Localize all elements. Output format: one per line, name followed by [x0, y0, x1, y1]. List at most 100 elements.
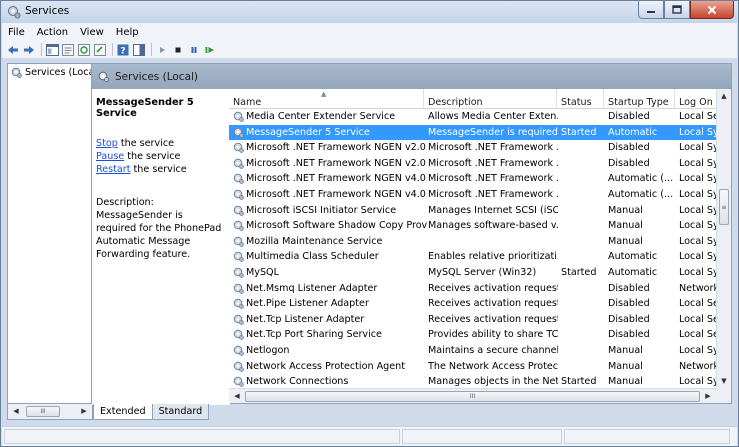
service-gear-icon — [233, 267, 244, 278]
refresh-icon[interactable] — [77, 43, 91, 57]
column-header-status[interactable]: Status — [557, 89, 604, 109]
table-row[interactable]: Microsoft .NET Framework NGEN v4.0.30...… — [229, 187, 719, 203]
table-row[interactable]: Microsoft .NET Framework NGEN v2.0.50...… — [229, 156, 719, 172]
service-name-cell: Net.Tcp Port Sharing Service — [233, 328, 427, 341]
table-row[interactable]: Microsoft .NET Framework NGEN v4.0.30...… — [229, 171, 719, 187]
service-name: Net.Pipe Listener Adapter — [246, 298, 369, 310]
table-row[interactable]: Net.Msmq Listener Adapter Receives activa… — [229, 281, 719, 297]
menu-action[interactable]: Action — [31, 27, 74, 38]
extended-description-pane: MessageSender 5 Service Stop the service… — [92, 89, 230, 405]
service-name-cell: Microsoft .NET Framework NGEN v2.0.50... — [233, 141, 427, 154]
column-header-name[interactable]: ▲ Name — [229, 89, 424, 109]
list-horizontal-scrollbar[interactable]: ◀ III ▶ — [229, 388, 716, 403]
title-bar[interactable]: Services — [1, 1, 738, 23]
service-name-cell: MySQL — [233, 266, 427, 279]
service-name: Net.Msmq Listener Adapter — [246, 282, 378, 294]
service-startup-type: Disabled — [608, 329, 650, 341]
table-row[interactable]: Multimedia Class Scheduler Enables relati… — [229, 249, 719, 265]
table-row[interactable]: Net.Pipe Listener Adapter Receives activa… — [229, 296, 719, 312]
services-gear-icon — [7, 5, 21, 19]
column-header-description[interactable]: Description — [424, 89, 557, 109]
pause-service-link[interactable]: Pause — [96, 151, 124, 162]
close-button[interactable] — [690, 1, 734, 19]
scroll-down-arrow-icon[interactable]: ▼ — [717, 374, 731, 388]
action-pane-icon[interactable] — [132, 43, 146, 57]
tree-item-label: Services (Loca — [25, 67, 95, 78]
table-row[interactable]: Media Center Extender Service Allows Medi… — [229, 109, 719, 125]
start-service-icon[interactable] — [155, 43, 169, 57]
table-row[interactable]: Net.Tcp Listener Adapter Receives activat… — [229, 312, 719, 328]
table-row[interactable]: MySQL MySQL Server (Win32) Started Automati… — [229, 265, 719, 281]
table-row[interactable]: Net.Tcp Port Sharing Service Provides abi… — [229, 327, 719, 343]
services-gear-icon — [11, 67, 22, 78]
service-name: MySQL — [246, 266, 279, 278]
table-row[interactable]: Microsoft iSCSI Initiator Service Manages… — [229, 203, 719, 219]
service-gear-icon — [233, 236, 244, 247]
service-name-cell: Net.Tcp Listener Adapter — [233, 313, 427, 326]
restart-service-link[interactable]: Restart — [96, 164, 130, 175]
console-tree-icon[interactable] — [45, 43, 59, 57]
table-row[interactable]: Microsoft Software Shadow Copy Provid...… — [229, 218, 719, 234]
restart-service-icon[interactable] — [203, 43, 217, 57]
tree-item-services-local[interactable]: Services (Loca — [11, 67, 94, 78]
table-row-selected[interactable]: MessageSender 5 Service MessageSender is … — [229, 124, 719, 141]
service-description: Microsoft .NET Framework ... — [428, 142, 558, 154]
tree-horizontal-scrollbar[interactable]: ◀ III ▶ — [7, 404, 93, 420]
help-icon[interactable]: ? — [116, 43, 130, 57]
table-row[interactable]: Mozilla Maintenance Service Manual Local S… — [229, 234, 719, 250]
service-startup-type: Disabled — [608, 142, 650, 154]
service-log-on-as: Local Se — [679, 298, 719, 310]
tab-standard[interactable]: Standard — [151, 404, 210, 420]
maximize-button[interactable] — [664, 1, 690, 19]
column-header-label: Status — [561, 97, 592, 108]
tab-extended[interactable]: Extended — [93, 404, 153, 420]
pause-service-icon[interactable] — [187, 43, 201, 57]
scroll-thumb-grip: ≡ — [721, 203, 727, 211]
table-row[interactable]: Netlogon Maintains a secure channel ... Ma… — [229, 343, 719, 359]
back-icon[interactable] — [6, 43, 20, 57]
service-log-on-as: Network — [679, 282, 719, 294]
service-log-on-as: Local Sy — [679, 251, 719, 263]
service-name-cell: Net.Pipe Listener Adapter — [233, 297, 427, 310]
forward-icon[interactable] — [22, 43, 36, 57]
service-name: Microsoft .NET Framework NGEN v2.0.50... — [246, 157, 427, 169]
action-restart: Restart the service — [96, 163, 226, 176]
services-pane: Services (Local) MessageSender 5 Service… — [91, 63, 732, 405]
scroll-left-arrow-icon[interactable]: ◀ — [9, 404, 23, 418]
service-name-cell: MessageSender 5 Service — [233, 126, 427, 139]
table-row[interactable]: Network Access Protection Agent The Netwo… — [229, 359, 719, 375]
toolbar: ? — [2, 41, 737, 58]
list-vertical-scrollbar[interactable]: ▲ ≡ ▼ — [716, 89, 731, 388]
properties-icon[interactable] — [61, 43, 75, 57]
table-row[interactable]: Microsoft .NET Framework NGEN v2.0.50...… — [229, 140, 719, 156]
service-gear-icon — [233, 376, 244, 387]
column-header-log-on-as[interactable]: Log On / — [675, 89, 716, 109]
export-list-icon[interactable] — [93, 43, 107, 57]
service-log-on-as: Local Sy — [679, 142, 719, 154]
service-startup-type: Manual — [608, 344, 643, 356]
service-gear-icon — [233, 330, 244, 341]
service-gear-icon — [233, 283, 244, 294]
description-label: Description: — [96, 197, 154, 208]
service-name: MessageSender 5 Service — [246, 126, 370, 138]
menu-file[interactable]: File — [2, 27, 31, 38]
status-cell — [4, 429, 400, 444]
scroll-left-arrow-icon[interactable]: ◀ — [230, 389, 244, 403]
service-gear-icon — [233, 111, 244, 122]
stop-service-icon[interactable] — [171, 43, 185, 57]
scroll-right-arrow-icon[interactable]: ▶ — [77, 404, 91, 418]
menu-help[interactable]: Help — [110, 27, 145, 38]
service-description: Receives activation request... — [428, 282, 558, 294]
menu-view[interactable]: View — [74, 27, 110, 38]
scroll-up-arrow-icon[interactable]: ▲ — [717, 89, 731, 103]
scroll-thumb[interactable]: ≡ — [719, 189, 729, 225]
scroll-right-arrow-icon[interactable]: ▶ — [701, 389, 715, 403]
scroll-thumb[interactable]: III — [26, 406, 60, 417]
column-header-startup-type[interactable]: Startup Type — [604, 89, 675, 109]
service-name: Microsoft iSCSI Initiator Service — [246, 204, 397, 216]
service-log-on-as: Local Sy — [679, 204, 719, 216]
minimize-button[interactable] — [638, 1, 664, 19]
scroll-thumb[interactable]: III — [245, 391, 700, 402]
service-startup-type: Automatic (... — [608, 188, 674, 200]
stop-service-link[interactable]: Stop — [96, 138, 118, 149]
